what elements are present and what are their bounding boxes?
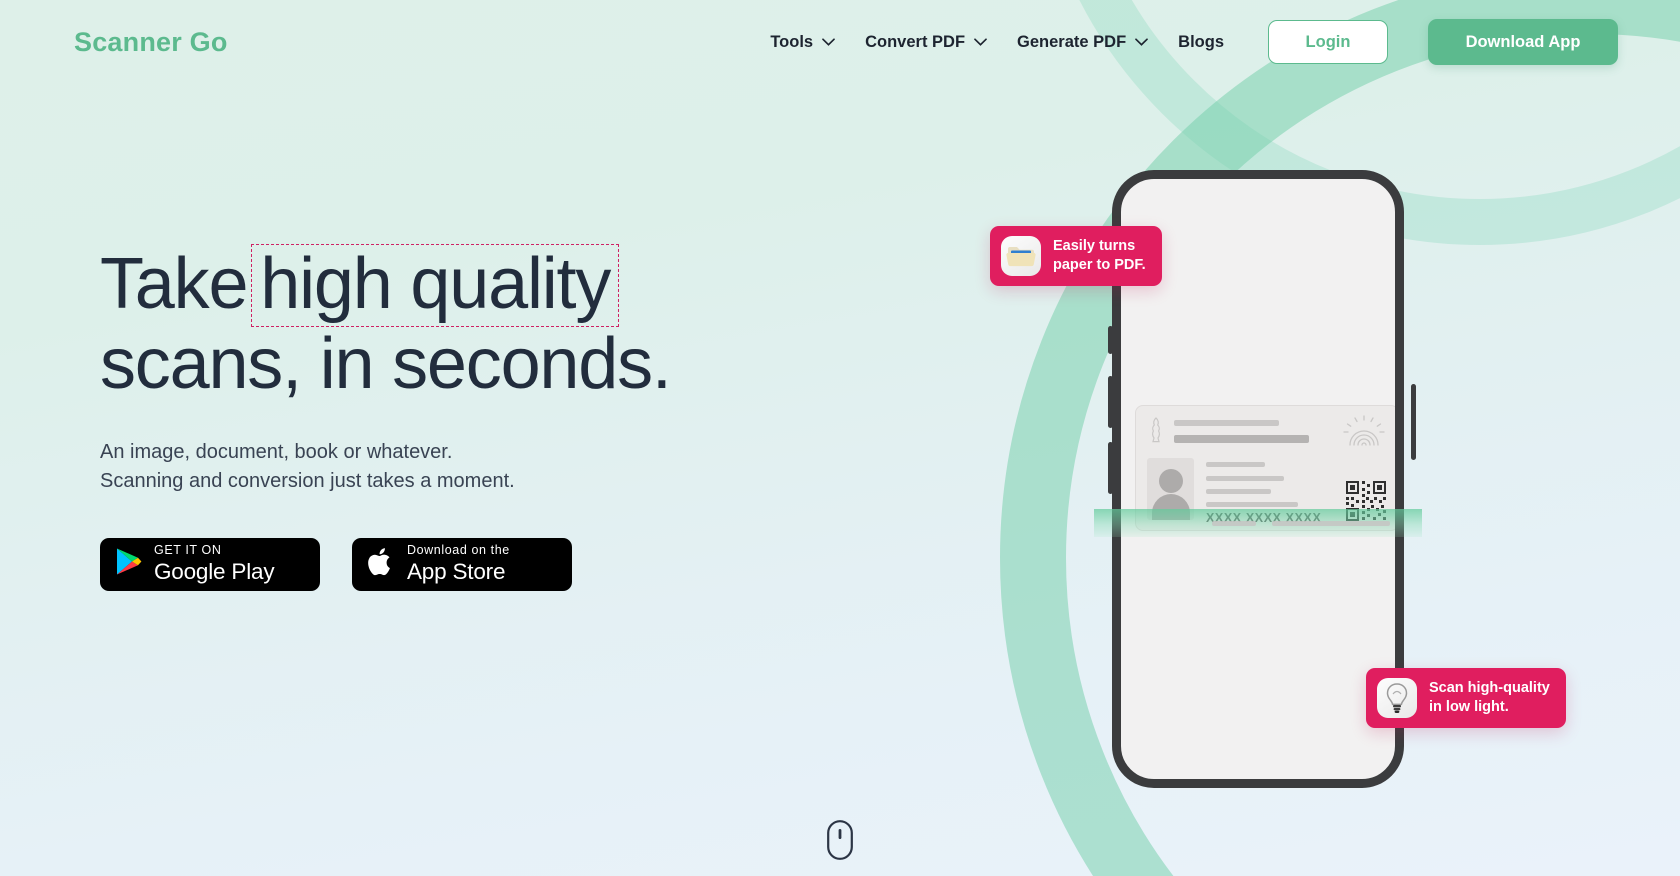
id-card-text-line	[1206, 462, 1265, 467]
mouse-scroll-icon[interactable]	[827, 820, 853, 860]
chevron-down-icon	[822, 38, 835, 46]
google-play-badge-text: GET IT ON Google Play	[154, 543, 275, 585]
store-badges: GET IT ON Google Play Download on the Ap…	[100, 537, 740, 591]
pill-line-2: in low light.	[1429, 699, 1509, 715]
nav-item-label: Tools	[770, 32, 814, 51]
google-play-badge[interactable]: GET IT ON Google Play	[100, 537, 320, 591]
apple-logo-icon	[368, 546, 395, 583]
phone-mute-button	[1108, 326, 1113, 354]
headline-prefix: Take	[100, 244, 248, 324]
id-card-text-line	[1206, 502, 1298, 507]
lightbulb-icon	[1377, 678, 1417, 718]
hero-subtitle: An image, document, book or whatever. Sc…	[100, 438, 740, 496]
fingerprint-icon	[1342, 414, 1386, 446]
id-card-text-line	[1174, 435, 1309, 443]
avatar-body	[1151, 494, 1190, 520]
subtitle-line-1: An image, document, book or whatever.	[100, 440, 453, 463]
headline-line-1: Take high quality	[100, 244, 740, 327]
phone-volume-down-button	[1108, 376, 1113, 428]
badge-small-text: GET IT ON	[154, 543, 222, 558]
avatar-head	[1158, 469, 1183, 493]
id-card-text-line	[1174, 420, 1279, 426]
login-button[interactable]: Login	[1268, 20, 1388, 64]
avatar-placeholder-icon	[1147, 458, 1194, 520]
nav-item-label: Blogs	[1178, 32, 1224, 51]
pill-line-1: Easily turns	[1053, 237, 1136, 254]
download-app-button[interactable]: Download App	[1428, 19, 1618, 65]
site-header: Scanner Go Tools Convert PDF Generate PD…	[0, 0, 1680, 84]
id-card-text-line	[1206, 489, 1271, 494]
app-store-badge[interactable]: Download on the App Store	[352, 537, 572, 591]
subtitle-line-2: Scanning and conversion just takes a mom…	[100, 469, 515, 492]
headline-highlight: high quality	[251, 244, 620, 327]
badge-small-text: Download on the	[407, 543, 510, 558]
id-card-number: XXXX XXXX XXXX	[1206, 511, 1322, 525]
phone-power-button	[1411, 384, 1416, 460]
folder-files-icon	[1001, 236, 1041, 276]
nav-item-convert-pdf[interactable]: Convert PDF	[863, 27, 989, 58]
pill-text: Easily turns paper to PDF.	[1053, 237, 1146, 275]
nav-item-generate-pdf[interactable]: Generate PDF	[1015, 27, 1150, 58]
app-store-badge-text: Download on the App Store	[407, 543, 510, 585]
id-card-text-line	[1206, 476, 1284, 481]
chevron-down-icon	[974, 38, 987, 46]
page-title: Take high quality scans, in seconds.	[100, 244, 740, 402]
pill-low-light: Scan high-quality in low light.	[1366, 668, 1566, 728]
hero-content: Take high quality scans, in seconds. An i…	[100, 244, 740, 591]
pill-text: Scan high-quality in low light.	[1429, 679, 1550, 717]
id-card-preview: XXXX XXXX XXXX	[1135, 405, 1395, 531]
pill-line-1: Scan high-quality	[1429, 679, 1550, 696]
logo-scanner-go[interactable]: Scanner Go	[74, 27, 228, 58]
chevron-down-icon	[1135, 38, 1149, 46]
national-emblem-icon	[1147, 417, 1165, 443]
phone-volume-up-button	[1108, 442, 1113, 494]
badge-big-text: App Store	[407, 559, 506, 585]
main-navigation: Tools Convert PDF Generate PDF Blogs Log…	[768, 19, 1618, 65]
landing-page: Scanner Go Tools Convert PDF Generate PD…	[0, 0, 1680, 876]
badge-big-text: Google Play	[154, 559, 275, 585]
headline-line-2: scans, in seconds.	[100, 323, 672, 404]
google-play-icon	[116, 547, 142, 581]
nav-item-label: Convert PDF	[865, 32, 966, 51]
pill-line-2: paper to PDF.	[1053, 257, 1146, 273]
nav-item-tools[interactable]: Tools	[768, 27, 837, 58]
nav-item-label: Generate PDF	[1017, 32, 1127, 51]
qr-code-icon	[1345, 480, 1387, 522]
pill-paper-to-pdf: Easily turns paper to PDF.	[990, 226, 1162, 286]
nav-item-blogs[interactable]: Blogs	[1176, 27, 1226, 58]
